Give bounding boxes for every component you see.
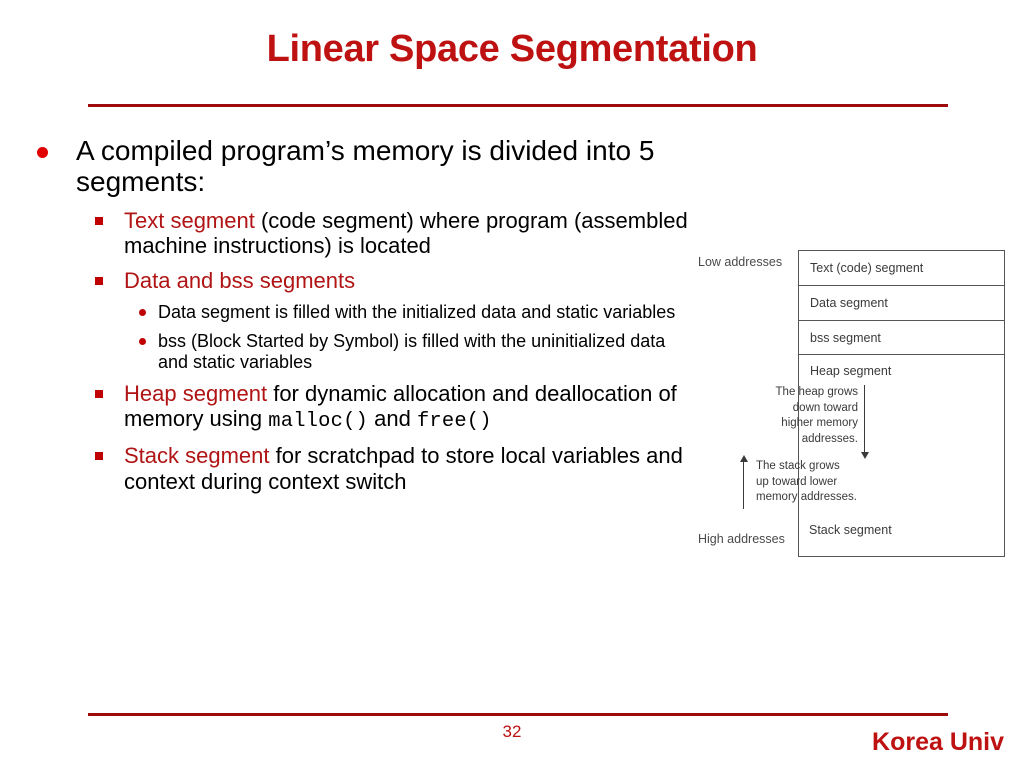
bullet-dot-icon [139, 337, 146, 345]
bullet-square-icon [95, 389, 103, 398]
bullet-dot-icon [139, 309, 146, 317]
bullet-level1-segments: A compiled program’s memory is divided i… [28, 135, 700, 198]
data-bss-label: Data and bss segments [124, 267, 356, 293]
sub-bullet-text: bss (Block Started by Symbol) is filled … [158, 330, 666, 373]
bullet-data-bss-segments: Data and bss segments [90, 268, 700, 294]
header-divider [88, 104, 948, 107]
slide-body: A compiled program’s memory is divided i… [28, 135, 700, 503]
memory-row-bss-segment: bss segment [799, 321, 1004, 355]
arrow-down-icon [860, 385, 869, 459]
brand-label: Korea Univ [872, 728, 1004, 756]
heap-segment-label: Heap segment [124, 380, 268, 406]
arrow-up-icon [739, 455, 748, 509]
heap-description-b: and [368, 406, 417, 432]
bullet-level1-text: A compiled program’s memory is divided i… [76, 135, 655, 197]
sub-bullet-bss-segment: bss (Block Started by Symbol) is filled … [134, 331, 700, 374]
bullet-square-icon [95, 452, 103, 461]
stack-growth-note: The stack grows up toward lower memory a… [756, 460, 857, 504]
sub-bullet-text: Data segment is filled with the initiali… [158, 302, 676, 323]
page-title: Linear Space Segmentation [266, 28, 758, 70]
bullet-text-segment: Text segment (code segment) where progra… [90, 208, 700, 259]
footer-divider [88, 713, 948, 716]
bullet-stack-segment: Stack segment for scratchpad to store lo… [90, 443, 700, 494]
heap-code-malloc: malloc() [268, 410, 368, 434]
sub-bullet-data-segment: Data segment is filled with the initiali… [134, 302, 700, 324]
heap-growth-note: The heap grows down toward higher memory… [775, 386, 858, 445]
stack-segment-label: Stack segment [124, 443, 270, 469]
memory-row-text-segment: Text (code) segment [799, 251, 1004, 286]
page-number: 32 [502, 722, 522, 741]
bullet-dot-icon [37, 147, 48, 158]
bullet-square-icon [95, 216, 103, 225]
memory-layout-diagram: Low addresses High addresses Text (code)… [698, 245, 1016, 565]
low-addresses-label: Low addresses [698, 255, 783, 269]
memory-row-data-segment: Data segment [799, 286, 1004, 321]
heap-code-free: free() [416, 410, 492, 434]
bullet-square-icon [95, 276, 103, 285]
text-segment-label: Text segment [124, 207, 255, 233]
memory-row-heap-segment: Heap segment [810, 364, 892, 378]
high-addresses-label: High addresses [698, 532, 785, 546]
memory-row-stack-segment: Stack segment [809, 523, 892, 537]
bullet-heap-segment: Heap segment for dynamic allocation and … [90, 381, 700, 434]
